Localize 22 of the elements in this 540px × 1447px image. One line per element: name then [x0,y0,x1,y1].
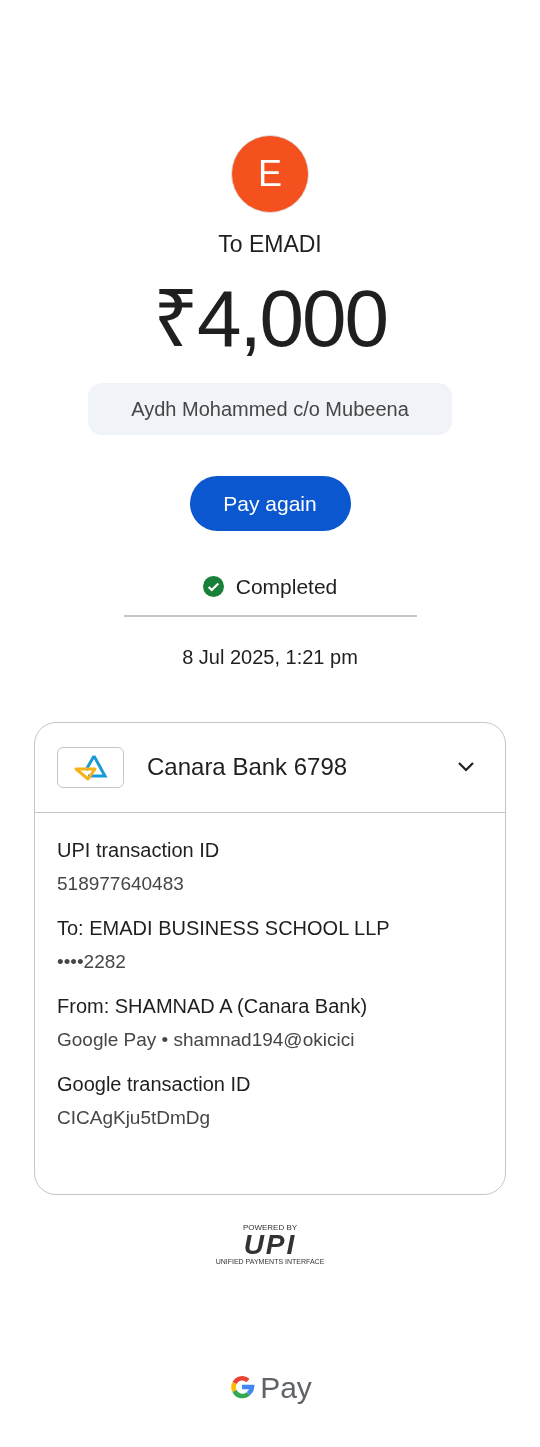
amount: ₹4,000 [152,273,388,365]
payment-note: Aydh Mohammed c/o Mubeena [88,383,452,435]
detail-value: CICAgKju5tDmDg [57,1105,212,1130]
detail-label: Google transaction ID [57,1071,252,1097]
detail-label: To: EMADI BUSINESS SCHOOL LLP [57,915,391,941]
detail-label: UPI transaction ID [57,837,221,863]
chevron-down-icon[interactable] [457,761,475,773]
detail-label: From: SHAMNAD A (Canara Bank) [57,993,369,1019]
g-logo-icon [228,1373,257,1401]
bank-account-name: Canara Bank 6798 [147,752,349,782]
transaction-date: 8 Jul 2025, 1:21 pm [182,644,358,670]
detail-value: 518977640483 [57,871,185,896]
gpay-brand: Pay [260,1369,312,1406]
powered-by-text: POWERED BY [242,1222,298,1232]
detail-value: Google Pay • shamnad194@okicici [57,1027,356,1052]
avatar: E [231,135,309,213]
status-text: Completed [235,574,338,600]
check-circle-icon [202,576,224,598]
pay-again-button[interactable]: Pay again [189,476,351,531]
detail-value: ••••2282 [57,949,127,974]
recipient-name: To EMADI [218,230,322,259]
upi-brand: UPI [243,1231,297,1258]
